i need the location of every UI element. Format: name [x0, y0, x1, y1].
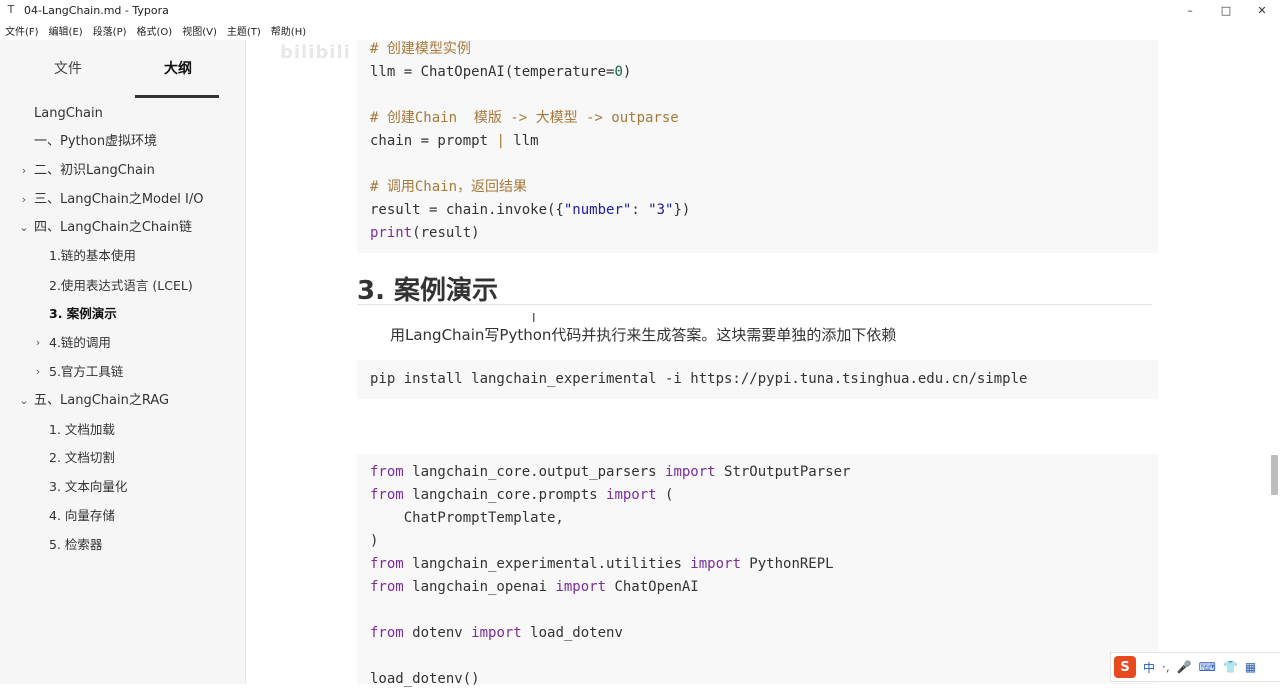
code-line: load_dotenv() — [370, 671, 480, 687]
tab-files[interactable]: 文件 — [54, 58, 82, 78]
maximize-button[interactable]: □ — [1208, 0, 1244, 20]
outline-item[interactable]: 4.链的调用 — [49, 333, 111, 353]
outline-item[interactable]: 四、LangChain之Chain链 — [34, 218, 192, 238]
bilibili-watermark: bilibili — [280, 42, 351, 63]
outline-item[interactable]: 3. 文本向量化 — [49, 477, 127, 497]
toolbox-icon[interactable]: ▦ — [1245, 660, 1256, 674]
window-title: 04-LangChain.md - Typora — [24, 3, 169, 17]
code-line: result = chain.invoke({"number": "3"}) — [370, 202, 691, 218]
ime-chinese-mode[interactable]: 中 — [1143, 659, 1155, 676]
close-button[interactable]: ✕ — [1244, 0, 1280, 20]
scrollbar-thumb[interactable] — [1271, 455, 1278, 495]
outline-item[interactable]: 五、LangChain之RAG — [34, 391, 169, 411]
code-line: # 调用Chain，返回结果 — [370, 179, 528, 195]
menu-edit[interactable]: 编辑(E) — [44, 23, 88, 38]
outline-item[interactable]: 4. 向量存储 — [49, 506, 115, 526]
pip-code-block[interactable]: pip install langchain_experimental -i ht… — [357, 360, 1158, 399]
typora-app-icon: T — [7, 3, 15, 16]
paragraph[interactable]: 用LangChain写Python代码并执行来生成答案。这块需要单独的添加下依赖 — [390, 324, 896, 345]
sidebar: 文件 大纲 LangChain 一、Python虚拟环境 › 二、初识LangC… — [0, 40, 246, 684]
menu-paragraph[interactable]: 段落(P) — [88, 23, 132, 38]
outline-item[interactable]: 5.官方工具链 — [49, 362, 123, 382]
skin-icon[interactable]: 👕 — [1223, 660, 1238, 674]
code-line: from langchain_core.output_parsers impor… — [370, 464, 851, 480]
keyboard-icon[interactable]: ⌨ — [1199, 660, 1216, 674]
section-heading[interactable]: 3. 案例演示 — [357, 270, 498, 307]
code-line: from dotenv import load_dotenv — [370, 625, 623, 641]
outline-item[interactable]: 三、LangChain之Model I/O — [34, 190, 203, 210]
active-tab-indicator — [135, 95, 219, 98]
outline-item[interactable]: 5. 检索器 — [49, 535, 102, 555]
outline-item[interactable]: LangChain — [34, 104, 103, 124]
chevron-right-icon[interactable]: › — [32, 333, 44, 353]
title-bar: T 04-LangChain.md - Typora – □ ✕ — [0, 0, 1280, 20]
sidebar-tabs: 文件 大纲 — [0, 54, 245, 98]
code-line: # 创建模型实例 — [370, 41, 471, 57]
code-line: print(result) — [370, 225, 480, 241]
menu-format[interactable]: 格式(O) — [132, 23, 178, 38]
code-block[interactable]: # 创建模型实例 llm = ChatOpenAI(temperature=0)… — [357, 40, 1158, 253]
microphone-icon[interactable]: 🎤 — [1177, 660, 1192, 674]
code-block[interactable]: from langchain_core.output_parsers impor… — [357, 454, 1158, 687]
sidebar-footer — [0, 652, 245, 676]
outline-item-active[interactable]: 3. 案例演示 — [49, 304, 117, 324]
heading-divider — [357, 304, 1152, 305]
chevron-right-icon[interactable]: › — [32, 362, 44, 382]
code-line: # 创建Chain 模版 -> 大模型 -> outparse — [370, 110, 679, 126]
outline-item[interactable]: 一、Python虚拟环境 — [34, 132, 157, 152]
window-controls: – □ ✕ — [1172, 0, 1280, 20]
chevron-right-icon[interactable]: › — [18, 190, 30, 210]
ime-toolbar: S 中 ·, 🎤 ⌨ 👕 ▦ — [1110, 652, 1280, 682]
editor-area[interactable]: # 创建模型实例 llm = ChatOpenAI(temperature=0)… — [246, 40, 1280, 687]
code-line: ChatPromptTemplate, — [370, 510, 564, 526]
vertical-scrollbar[interactable] — [1270, 40, 1280, 684]
menu-file[interactable]: 文件(F) — [0, 23, 44, 38]
menu-bar: 文件(F) 编辑(E) 段落(P) 格式(O) 视图(V) 主题(T) 帮助(H… — [0, 20, 1280, 40]
text-cursor-icon: I — [532, 311, 536, 325]
tab-outline[interactable]: 大纲 — [164, 58, 192, 78]
chevron-down-icon[interactable]: ⌄ — [18, 391, 30, 411]
outline-item[interactable]: 1. 文档加载 — [49, 420, 115, 440]
menu-theme[interactable]: 主题(T) — [222, 23, 266, 38]
menu-view[interactable]: 视图(V) — [177, 23, 222, 38]
code-line: from langchain_openai import ChatOpenAI — [370, 579, 699, 595]
ime-punctuation-icon[interactable]: ·, — [1162, 660, 1170, 674]
chevron-down-icon[interactable]: ⌄ — [18, 218, 30, 238]
outline-item[interactable]: 1.链的基本使用 — [49, 246, 136, 266]
code-line: llm = ChatOpenAI(temperature=0) — [370, 64, 632, 80]
sogou-logo-icon[interactable]: S — [1114, 656, 1136, 678]
outline-item[interactable]: 2.使用表达式语言 (LCEL) — [49, 276, 193, 296]
outline-item[interactable]: 二、初识LangChain — [34, 161, 155, 181]
code-line: ) — [370, 533, 379, 549]
code-line: chain = prompt | llm — [370, 133, 539, 149]
menu-help[interactable]: 帮助(H) — [266, 23, 311, 38]
code-line: from langchain_core.prompts import ( — [370, 487, 674, 503]
code-line: pip install langchain_experimental -i ht… — [370, 371, 1028, 387]
outline-item[interactable]: 2. 文档切割 — [49, 448, 115, 468]
code-line: from langchain_experimental.utilities im… — [370, 556, 834, 572]
chevron-right-icon[interactable]: › — [18, 161, 30, 181]
minimize-button[interactable]: – — [1172, 0, 1208, 20]
